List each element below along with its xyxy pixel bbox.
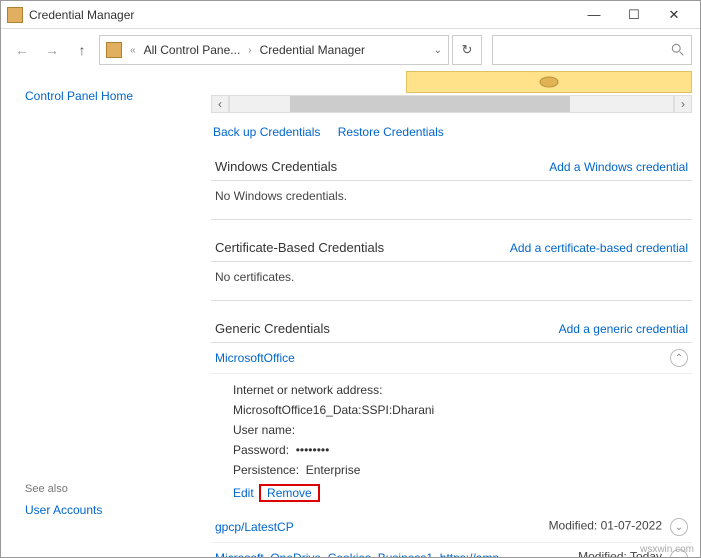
add-windows-credential-link[interactable]: Add a Windows credential [549,160,688,174]
search-icon [671,43,685,57]
address-label: Internet or network address: [233,383,382,397]
edit-link[interactable]: Edit [233,486,254,500]
horizontal-scrollbar[interactable]: ‹ › [211,95,692,113]
restore-credentials-link[interactable]: Restore Credentials [338,125,444,139]
control-panel-home-link[interactable]: Control Panel Home [25,89,133,103]
expand-icon[interactable]: ⌄ [670,518,688,536]
chevron-right-icon: › [246,45,253,56]
credential-name[interactable]: MicrosoftOffice [215,351,295,365]
vault-banner [406,71,692,93]
address-bar[interactable]: « All Control Pane... › Credential Manag… [99,35,449,65]
watermark: wsxwin.com [640,544,694,555]
credential-name[interactable]: gpcp/LatestCP [215,520,294,534]
scroll-thumb[interactable] [290,96,570,112]
refresh-button[interactable]: ↻ [452,35,482,65]
minimize-button[interactable]: — [574,1,614,29]
credential-details: Internet or network address: MicrosoftOf… [211,374,692,512]
back-button[interactable]: ← [9,37,35,63]
address-dropdown-icon[interactable]: ⌄ [434,45,442,56]
see-also-label: See also [25,483,187,495]
password-value: •••••••• [296,443,330,457]
add-generic-credential-link[interactable]: Add a generic credential [559,322,688,336]
windows-credentials-label: Windows Credentials [215,159,337,174]
persistence-label: Persistence: [233,463,299,477]
scroll-left-icon[interactable]: ‹ [211,95,229,113]
address-value: MicrosoftOffice16_Data:SSPI:Dharani [233,403,434,417]
chevron-icon: « [128,45,138,56]
modified-value: 01-07-2022 [601,519,662,533]
cert-credentials-empty: No certificates. [211,262,692,301]
maximize-button[interactable]: ☐ [614,1,654,29]
vault-icon [535,75,563,89]
backup-credentials-link[interactable]: Back up Credentials [213,125,320,139]
folder-icon [106,42,122,58]
password-label: Password: [233,443,289,457]
persistence-value: Enterprise [306,463,361,477]
credential-name[interactable]: Microsoft_OneDrive_Cookies_Business1_htt… [215,551,515,557]
scroll-right-icon[interactable]: › [674,95,692,113]
windows-credentials-empty: No Windows credentials. [211,181,692,220]
collapse-icon[interactable]: ⌃ [670,349,688,367]
up-button[interactable]: ↑ [69,37,95,63]
user-accounts-link[interactable]: User Accounts [25,503,187,517]
username-label: User name: [233,423,295,437]
modified-label: Modified: [578,550,627,558]
app-icon [7,7,23,23]
cert-credentials-label: Certificate-Based Credentials [215,240,384,255]
window-title: Credential Manager [29,8,134,22]
remove-link[interactable]: Remove [267,486,312,500]
breadcrumb-current[interactable]: Credential Manager [260,43,365,57]
forward-button[interactable]: → [39,37,65,63]
modified-label: Modified: [549,519,598,533]
generic-credentials-label: Generic Credentials [215,321,330,336]
search-input[interactable] [492,35,692,65]
breadcrumb-parent[interactable]: All Control Pane... [144,43,241,57]
add-cert-credential-link[interactable]: Add a certificate-based credential [510,241,688,255]
close-button[interactable]: ✕ [654,1,694,29]
